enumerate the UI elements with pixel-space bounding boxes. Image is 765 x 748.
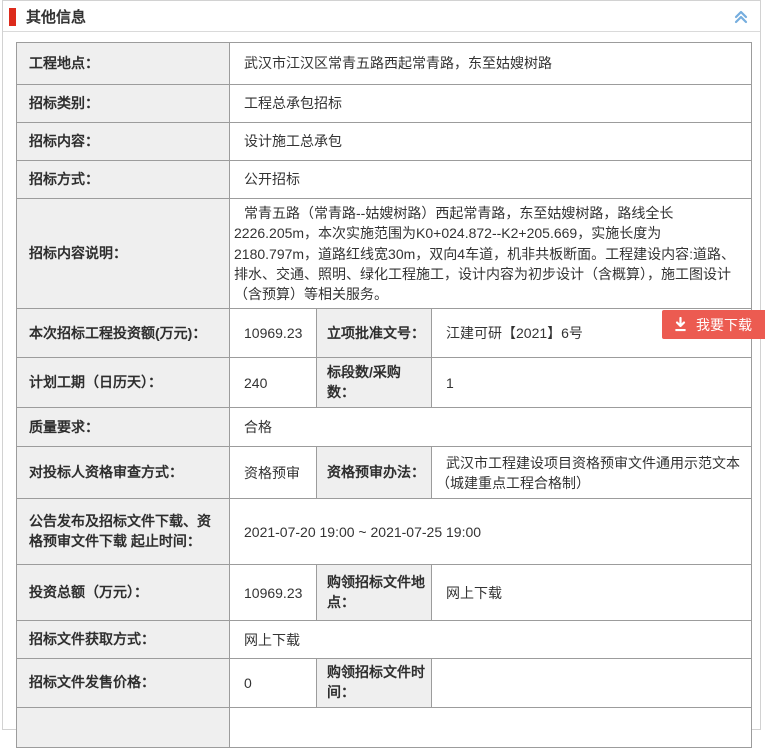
table-row [17,708,752,748]
download-button-label: 我要下载 [696,315,752,335]
row-label: 招标方式： [17,161,230,199]
row-value: 常青五路（常青路--姑嫂树路）西起常青路，东至姑嫂树路，路线全长2226.205… [230,199,752,309]
collapse-panel-button[interactable] [733,9,749,25]
table-row: 公告发布及招标文件下载、资格预审文件下载 起止时间：2021-07-20 19:… [17,499,752,565]
row-label: 招标文件获取方式： [17,621,230,659]
table-row: 招标文件获取方式：网上下载 [17,621,752,659]
row-label: 招标内容： [17,123,230,161]
table-row: 计划工期（日历天）：240标段数/采购数：1 [17,358,752,408]
row-subvalue: 网上下载 [432,565,752,621]
row-label: 投资总额（万元）： [17,565,230,621]
download-button[interactable]: 我要下载 [662,310,765,339]
row-label [17,708,230,748]
row-subvalue: 武汉市工程建设项目资格预审文件通用示范文本（城建重点工程合格制） [432,447,752,499]
row-label: 招标内容说明： [17,199,230,309]
table-row: 招标内容：设计施工总承包 [17,123,752,161]
row-value: 240 [230,358,317,408]
row-value: 设计施工总承包 [230,123,752,161]
row-sublabel: 立项批准文号： [317,309,432,358]
row-value: 工程总承包招标 [230,85,752,123]
row-label: 招标类别： [17,85,230,123]
row-label: 本次招标工程投资额(万元)： [17,309,230,358]
row-subvalue: 1 [432,358,752,408]
info-table-body: 工程地点：武汉市江汉区常青五路西起常青路，东至姑嫂树路招标类别：工程总承包招标招… [17,43,752,748]
row-sublabel: 资格预审办法： [317,447,432,499]
panel-header: 其他信息 [3,1,760,32]
row-label: 质量要求： [17,408,230,447]
row-label: 招标文件发售价格： [17,659,230,708]
accent-bar [9,8,16,26]
table-row: 质量要求：合格 [17,408,752,447]
row-label: 计划工期（日历天）： [17,358,230,408]
row-value: 公开招标 [230,161,752,199]
row-value: 10969.23 [230,309,317,358]
table-row: 投资总额（万元）：10969.23购领招标文件地点：网上下载 [17,565,752,621]
table-row: 本次招标工程投资额(万元)：10969.23立项批准文号：江建可研【2021】6… [17,309,752,358]
row-value: 资格预审 [230,447,317,499]
table-row: 招标方式：公开招标 [17,161,752,199]
double-chevron-up-icon [733,9,749,25]
row-sublabel: 购领招标文件地点： [317,565,432,621]
table-row: 招标类别：工程总承包招标 [17,85,752,123]
download-icon [673,317,688,332]
table-row: 对投标人资格审查方式：资格预审资格预审办法：武汉市工程建设项目资格预审文件通用示… [17,447,752,499]
table-row: 招标文件发售价格：0购领招标文件时间： [17,659,752,708]
other-info-panel: 其他信息 工程地点：武汉市江汉区常青五路西起常青路，东至姑嫂树路招标类别：工程总… [2,0,761,730]
row-value: 网上下载 [230,621,752,659]
row-value: 2021-07-20 19:00 ~ 2021-07-25 19:00 [230,499,752,565]
row-value: 合格 [230,408,752,447]
row-value: 10969.23 [230,565,317,621]
other-info-table: 工程地点：武汉市江汉区常青五路西起常青路，东至姑嫂树路招标类别：工程总承包招标招… [16,42,752,748]
row-value [230,708,752,748]
row-value: 武汉市江汉区常青五路西起常青路，东至姑嫂树路 [230,43,752,85]
row-label: 对投标人资格审查方式： [17,447,230,499]
row-sublabel: 标段数/采购数： [317,358,432,408]
row-sublabel: 购领招标文件时间： [317,659,432,708]
row-label: 公告发布及招标文件下载、资格预审文件下载 起止时间： [17,499,230,565]
row-subvalue [432,659,752,708]
row-label: 工程地点： [17,43,230,85]
row-value: 0 [230,659,317,708]
table-row: 招标内容说明：常青五路（常青路--姑嫂树路）西起常青路，东至姑嫂树路，路线全长2… [17,199,752,309]
table-row: 工程地点：武汉市江汉区常青五路西起常青路，东至姑嫂树路 [17,43,752,85]
panel-title: 其他信息 [26,6,86,27]
